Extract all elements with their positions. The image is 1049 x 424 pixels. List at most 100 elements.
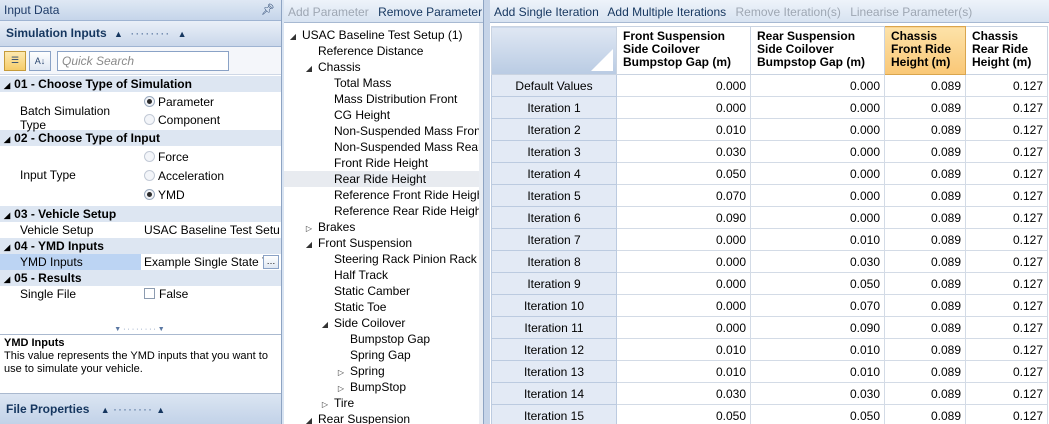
tree-node[interactable]: ▷ BumpStop	[284, 379, 483, 395]
radio-parameter[interactable]: Parameter	[144, 93, 278, 111]
table-cell[interactable]: 0.089	[884, 338, 966, 361]
row-header[interactable]: Iteration 3	[491, 140, 617, 163]
tree-node[interactable]: Static Toe	[284, 299, 483, 315]
remove-iterations-button[interactable]: Remove Iteration(s)	[736, 5, 841, 19]
table-cell[interactable]: 0.010	[750, 360, 885, 383]
category-02[interactable]: ◢ 02 - Choose Type of Input	[0, 130, 281, 146]
row-header[interactable]: Iteration 15	[491, 404, 617, 424]
tree-node[interactable]: ▷ Spring	[284, 363, 483, 379]
quick-search-input[interactable]: Quick Search	[57, 50, 229, 71]
table-cell[interactable]: 0.000	[750, 118, 885, 141]
table-cell[interactable]: 0.127	[965, 316, 1048, 339]
table-cell[interactable]: 0.127	[965, 96, 1048, 119]
table-row[interactable]: Iteration 13 0.010 0.010 0.089 0.127	[491, 360, 1048, 383]
table-cell[interactable]: 0.000	[616, 228, 751, 251]
collapse-triangle-icon[interactable]: ◢	[4, 81, 10, 90]
table-cell[interactable]: 0.127	[965, 404, 1048, 424]
browse-button[interactable]: …	[263, 255, 279, 269]
column-header[interactable]: Rear Suspension Side Coilover Bumpstop G…	[750, 26, 885, 75]
table-cell[interactable]: 0.000	[616, 272, 751, 295]
chevron-up-icon[interactable]: ▲	[156, 405, 165, 415]
collapse-triangle-icon[interactable]: ◢	[4, 275, 10, 284]
row-header[interactable]: Iteration 5	[491, 184, 617, 207]
table-cell[interactable]: 0.127	[965, 118, 1048, 141]
table-cell[interactable]: 0.090	[616, 206, 751, 229]
add-multiple-iterations-button[interactable]: Add Multiple Iterations	[607, 5, 726, 19]
category-03[interactable]: ◢ 03 - Vehicle Setup	[0, 206, 281, 222]
tree-node[interactable]: Steering Rack Pinion Rack F	[284, 251, 483, 267]
table-cell[interactable]: 0.000	[616, 74, 751, 97]
tree-node[interactable]: Bumpstop Gap	[284, 331, 483, 347]
table-row[interactable]: Iteration 12 0.010 0.010 0.089 0.127	[491, 338, 1048, 361]
row-header[interactable]: Iteration 6	[491, 206, 617, 229]
row-header[interactable]: Iteration 13	[491, 360, 617, 383]
table-cell[interactable]: 0.000	[750, 140, 885, 163]
table-cell[interactable]: 0.000	[750, 162, 885, 185]
linearise-parameters-button[interactable]: Linearise Parameter(s)	[850, 5, 972, 19]
chevron-up-icon[interactable]: ▲	[178, 29, 187, 39]
table-cell[interactable]: 0.127	[965, 360, 1048, 383]
table-cell[interactable]: 0.030	[750, 250, 885, 273]
tree-node[interactable]: Reference Distance	[284, 43, 483, 59]
table-cell[interactable]: 0.089	[884, 140, 966, 163]
table-cell[interactable]: 0.127	[965, 382, 1048, 405]
tree-node[interactable]: ◢ Side Coilover	[284, 315, 483, 331]
table-cell[interactable]: 0.089	[884, 404, 966, 424]
vehicle-setup-row[interactable]: Vehicle Setup USAC Baseline Test Setu	[0, 222, 281, 238]
table-cell[interactable]: 0.000	[616, 250, 751, 273]
tree-node[interactable]: ▷ Brakes	[284, 219, 483, 235]
table-cell[interactable]: 0.030	[750, 382, 885, 405]
single-file-value[interactable]: False	[141, 286, 281, 302]
table-cell[interactable]: 0.000	[750, 74, 885, 97]
category-05[interactable]: ◢ 05 - Results	[0, 270, 281, 286]
column-header[interactable]: Chassis Front Ride Height (m)	[884, 26, 966, 75]
table-row[interactable]: Iteration 7 0.000 0.010 0.089 0.127	[491, 228, 1048, 251]
add-single-iteration-button[interactable]: Add Single Iteration	[494, 5, 599, 19]
table-cell[interactable]: 0.000	[616, 96, 751, 119]
row-header[interactable]: Iteration 12	[491, 338, 617, 361]
table-row[interactable]: Iteration 4 0.050 0.000 0.089 0.127	[491, 162, 1048, 185]
table-cell[interactable]: 0.089	[884, 316, 966, 339]
table-cell[interactable]: 0.000	[616, 294, 751, 317]
ymd-inputs-value[interactable]: Example Single State Y	[141, 254, 281, 270]
row-header[interactable]: Iteration 2	[491, 118, 617, 141]
table-cell[interactable]: 0.000	[750, 184, 885, 207]
table-cell[interactable]: 0.089	[884, 118, 966, 141]
table-cell[interactable]: 0.030	[616, 382, 751, 405]
table-cell[interactable]: 0.127	[965, 74, 1048, 97]
table-cell[interactable]: 0.127	[965, 184, 1048, 207]
tree-node[interactable]: ◢ USAC Baseline Test Setup (1)	[284, 27, 483, 43]
row-header[interactable]: Iteration 7	[491, 228, 617, 251]
table-row[interactable]: Default Values 0.000 0.000 0.089 0.127	[491, 74, 1048, 97]
table-row[interactable]: Iteration 8 0.000 0.030 0.089 0.127	[491, 250, 1048, 273]
radio-acceleration[interactable]: Acceleration	[144, 166, 278, 185]
row-header[interactable]: Iteration 8	[491, 250, 617, 273]
table-cell[interactable]: 0.089	[884, 228, 966, 251]
table-cell[interactable]: 0.089	[884, 96, 966, 119]
tree-node[interactable]: ◢ Rear Suspension	[284, 411, 483, 424]
table-cell[interactable]: 0.089	[884, 162, 966, 185]
tree-node[interactable]: CG Height	[284, 107, 483, 123]
category-01[interactable]: ◢ 01 - Choose Type of Simulation	[0, 76, 281, 92]
row-header[interactable]: Iteration 9	[491, 272, 617, 295]
table-cell[interactable]: 0.010	[616, 338, 751, 361]
table-row[interactable]: Iteration 15 0.050 0.050 0.089 0.127	[491, 404, 1048, 424]
row-header[interactable]: Iteration 1	[491, 96, 617, 119]
table-cell[interactable]: 0.127	[965, 294, 1048, 317]
table-cell[interactable]: 0.090	[750, 316, 885, 339]
radio-force[interactable]: Force	[144, 147, 278, 166]
table-cell[interactable]: 0.089	[884, 382, 966, 405]
table-cell[interactable]: 0.127	[965, 228, 1048, 251]
ymd-inputs-row[interactable]: YMD Inputs Example Single State Y …	[0, 254, 281, 270]
collapse-triangle-icon[interactable]: ◢	[4, 135, 10, 144]
table-cell[interactable]: 0.127	[965, 206, 1048, 229]
tree-node[interactable]: Non-Suspended Mass Rear	[284, 139, 483, 155]
table-cell[interactable]: 0.070	[750, 294, 885, 317]
table-cell[interactable]: 0.089	[884, 74, 966, 97]
column-header[interactable]: Front Suspension Side Coilover Bumpstop …	[616, 26, 751, 75]
column-header[interactable]: Chassis Rear Ride Height (m)	[965, 26, 1048, 75]
corner-cell[interactable]	[491, 26, 617, 75]
table-cell[interactable]: 0.010	[750, 338, 885, 361]
checkbox-icon[interactable]	[144, 288, 155, 299]
table-cell[interactable]: 0.089	[884, 272, 966, 295]
